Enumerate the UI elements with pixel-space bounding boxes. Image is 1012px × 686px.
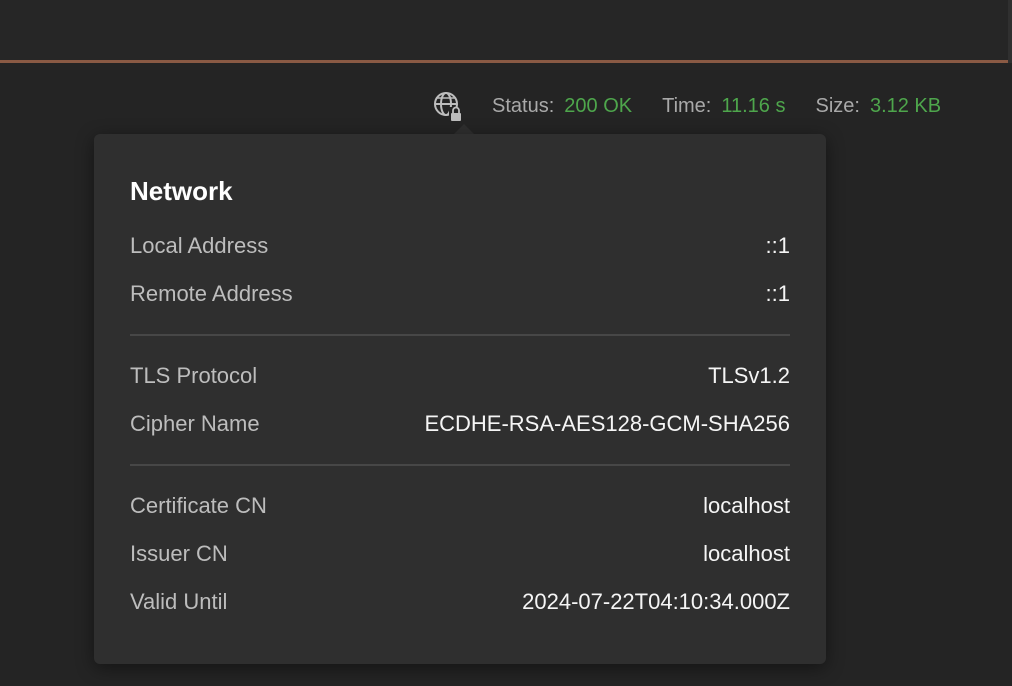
status-value: 200 OK <box>564 94 633 117</box>
section-divider <box>130 464 790 466</box>
info-row-local-address: Local Address ::1 <box>130 222 790 270</box>
time-label: Time: <box>662 94 712 117</box>
section-divider <box>130 334 790 336</box>
size-stat: Size: 3.12 KB <box>815 95 941 118</box>
time-stat: Time: 11.16 s <box>662 95 785 118</box>
globe-lock-icon[interactable] <box>430 88 466 124</box>
row-value: TLSv1.2 <box>708 363 790 388</box>
row-label: Certificate CN <box>130 493 267 518</box>
size-value: 3.12 KB <box>869 94 942 117</box>
row-label: Remote Address <box>130 281 293 306</box>
row-label: Valid Until <box>130 589 228 614</box>
info-row-issuer-cn: Issuer CN localhost <box>130 530 790 578</box>
time-value: 11.16 s <box>721 94 786 117</box>
accent-divider <box>0 60 1012 63</box>
row-label: TLS Protocol <box>130 363 258 388</box>
row-value: localhost <box>703 541 790 566</box>
row-label: Issuer CN <box>130 541 228 566</box>
info-row-certificate-cn: Certificate CN localhost <box>130 482 790 530</box>
row-label: Local Address <box>130 233 269 258</box>
status-stat: Status: 200 OK <box>492 95 632 118</box>
info-row-cipher-name: Cipher Name ECDHE-RSA-AES128-GCM-SHA256 <box>130 400 790 448</box>
info-row-remote-address: Remote Address ::1 <box>130 270 790 318</box>
row-value: ECDHE-RSA-AES128-GCM-SHA256 <box>424 411 790 436</box>
row-value: localhost <box>703 493 790 518</box>
response-status-bar: Status: 200 OK Time: 11.16 s Size: 3.12 … <box>430 88 941 124</box>
row-label: Cipher Name <box>130 411 260 436</box>
network-popover: Network Local Address ::1 Remote Address… <box>94 134 826 664</box>
row-value: 2024-07-22T04:10:34.000Z <box>522 589 790 614</box>
popover-title: Network <box>130 176 233 206</box>
row-value: ::1 <box>765 281 790 306</box>
row-value: ::1 <box>765 233 790 258</box>
info-row-valid-until: Valid Until 2024-07-22T04:10:34.000Z <box>130 578 790 626</box>
panel-edge <box>1008 0 1012 63</box>
size-label: Size: <box>815 94 860 117</box>
info-row-tls-protocol: TLS Protocol TLSv1.2 <box>130 352 790 400</box>
status-label: Status: <box>492 94 555 117</box>
top-toolbar <box>0 0 1012 60</box>
